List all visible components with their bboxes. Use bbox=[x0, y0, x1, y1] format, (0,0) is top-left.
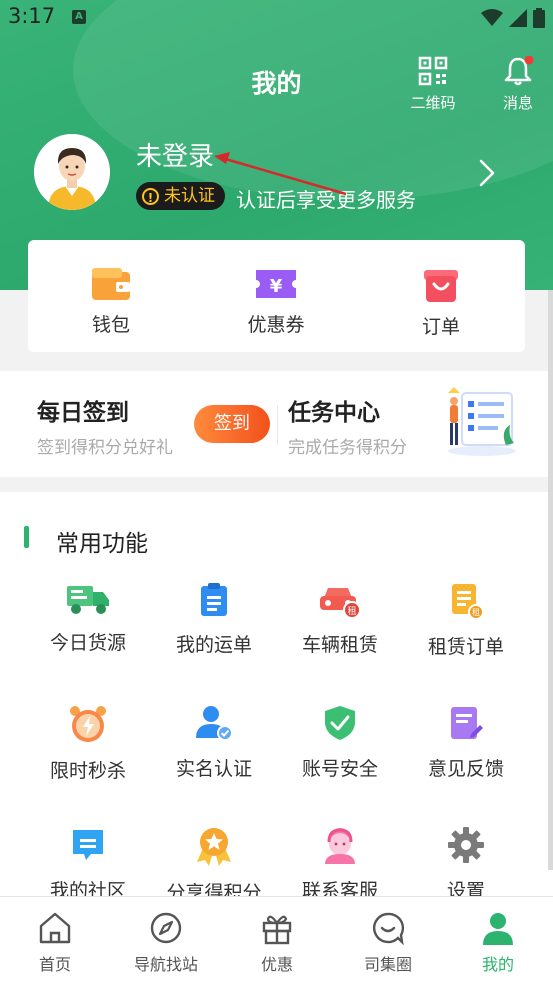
function-label: 租赁订单 bbox=[427, 636, 504, 658]
function-my-community[interactable]: 我的社区 bbox=[25, 826, 151, 903]
function-car-rental[interactable]: 租 车辆租赁 bbox=[277, 582, 403, 657]
nav-label: 我的 bbox=[481, 955, 514, 974]
nav-navigation[interactable]: 导航找站 bbox=[111, 911, 221, 975]
section-accent-bar bbox=[24, 526, 29, 548]
chat-bubble-icon bbox=[73, 830, 103, 860]
coupon-button[interactable]: ¥ 优惠券 bbox=[221, 266, 331, 337]
nav-label: 优惠 bbox=[260, 955, 293, 974]
section-title: 常用功能 bbox=[56, 531, 148, 557]
car-rental-icon: 租 bbox=[320, 588, 361, 619]
feedback-edit-icon bbox=[451, 707, 483, 739]
nav-driver-circle[interactable]: 司集圈 bbox=[333, 911, 443, 975]
wallet-icon bbox=[92, 268, 130, 300]
nav-home[interactable]: 首页 bbox=[0, 911, 110, 975]
shield-check-icon bbox=[325, 706, 355, 740]
order-button[interactable]: 订单 bbox=[386, 266, 496, 339]
chat-circle-icon bbox=[373, 912, 405, 946]
function-settings[interactable]: 设置 bbox=[403, 826, 529, 903]
medal-star-icon bbox=[197, 828, 231, 866]
checkin-button[interactable]: 签到 bbox=[194, 405, 270, 443]
function-label: 我的运单 bbox=[175, 634, 252, 656]
function-real-name-auth[interactable]: 实名认证 bbox=[151, 704, 277, 781]
gear-icon bbox=[448, 827, 484, 863]
function-flash-sale[interactable]: 限时秒杀 bbox=[25, 704, 151, 783]
alarm-clock-icon bbox=[70, 706, 106, 742]
function-label: 意见反馈 bbox=[427, 758, 504, 780]
checkin-subtitle: 签到得积分兑好礼 bbox=[37, 438, 173, 458]
svg-text:租: 租 bbox=[347, 606, 356, 617]
task-section: 每日签到 签到得积分兑好礼 签到 任务中心 完成任务得积分 bbox=[0, 371, 553, 477]
wallet-label: 钱包 bbox=[91, 314, 130, 336]
task-center-subtitle: 完成任务得积分 bbox=[288, 438, 407, 458]
task-illustration-icon[interactable] bbox=[440, 387, 520, 457]
truck-icon bbox=[67, 586, 109, 614]
common-functions-section: 常用功能 今日货源 我的运单 租 车辆租赁 租 租赁订单 限时秒杀 实名认证 账… bbox=[0, 492, 553, 904]
waybill-icon bbox=[201, 583, 227, 616]
gift-icon bbox=[262, 915, 292, 945]
function-label: 实名认证 bbox=[175, 758, 252, 780]
user-verified-icon bbox=[196, 706, 233, 741]
svg-text:租: 租 bbox=[472, 608, 480, 617]
function-share-points[interactable]: 分享得积分 bbox=[151, 826, 277, 905]
rental-order-icon: 租 bbox=[452, 584, 484, 620]
nav-discounts[interactable]: 优惠 bbox=[222, 911, 332, 975]
function-feedback[interactable]: 意见反馈 bbox=[403, 704, 529, 781]
nav-mine[interactable]: 我的 bbox=[443, 911, 553, 975]
quick-access-card: 钱包 ¥ 优惠券 订单 bbox=[28, 240, 525, 352]
svg-text:¥: ¥ bbox=[270, 276, 283, 297]
function-contact-service[interactable]: 联系客服 bbox=[277, 826, 403, 903]
scrollbar[interactable] bbox=[548, 290, 553, 870]
order-bag-icon bbox=[424, 270, 458, 302]
annotation-arrow bbox=[214, 152, 347, 196]
function-account-security[interactable]: 账号安全 bbox=[277, 704, 403, 781]
function-today-goods[interactable]: 今日货源 bbox=[25, 582, 151, 655]
task-divider bbox=[277, 405, 278, 445]
function-label: 限时秒杀 bbox=[49, 760, 126, 782]
function-label: 今日货源 bbox=[49, 632, 126, 654]
function-label: 车辆租赁 bbox=[301, 634, 378, 656]
wallet-button[interactable]: 钱包 bbox=[56, 266, 166, 337]
nav-label: 首页 bbox=[38, 955, 71, 974]
nav-label: 司集圈 bbox=[363, 955, 412, 974]
compass-icon bbox=[150, 912, 182, 944]
order-label: 订单 bbox=[421, 316, 460, 338]
task-center-title[interactable]: 任务中心 bbox=[288, 393, 380, 427]
bottom-navigation: 首页 导航找站 优惠 司集圈 我的 bbox=[0, 896, 553, 985]
coupon-label: 优惠券 bbox=[247, 314, 305, 336]
checkin-title[interactable]: 每日签到 bbox=[37, 393, 129, 427]
function-rental-order[interactable]: 租 租赁订单 bbox=[403, 582, 529, 659]
customer-service-icon bbox=[325, 828, 355, 864]
function-my-waybill[interactable]: 我的运单 bbox=[151, 582, 277, 657]
function-label: 账号安全 bbox=[301, 758, 378, 780]
home-icon bbox=[39, 912, 71, 944]
person-icon bbox=[483, 913, 513, 945]
coupon-icon: ¥ bbox=[256, 270, 296, 298]
nav-label: 导航找站 bbox=[133, 955, 198, 974]
